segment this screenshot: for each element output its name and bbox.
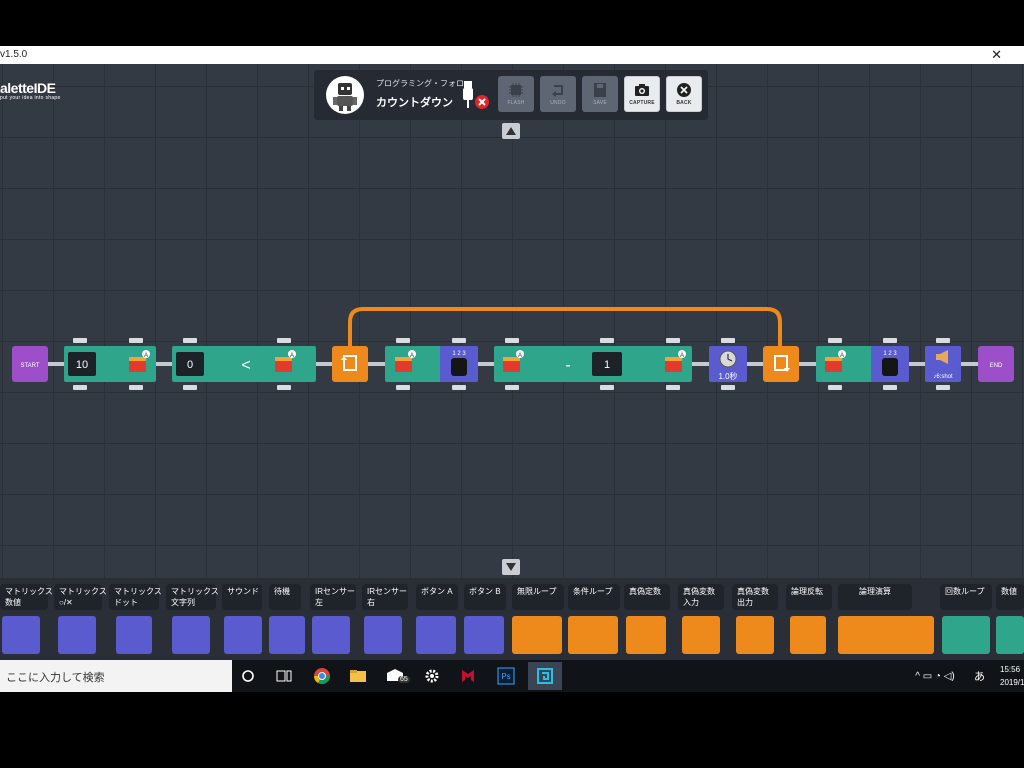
end-block[interactable]: END <box>978 346 1014 382</box>
svg-text:Ps: Ps <box>501 672 510 681</box>
wait-block[interactable]: 1.0秒 <box>709 346 747 382</box>
svg-text:START: START <box>20 363 39 369</box>
ime-indicator[interactable]: あ <box>974 668 985 684</box>
matrix-number-block-2[interactable]: 1 2 3 <box>871 346 909 382</box>
loop-arc <box>348 307 782 349</box>
infinity-icon <box>512 616 562 654</box>
speech-bubble-icon <box>172 616 210 654</box>
ir-sensor-left-icon <box>312 616 350 654</box>
taskbar-search-input[interactable]: ここに入力して検索 <box>0 660 232 692</box>
loop-end-block[interactable] <box>763 346 799 382</box>
button-a-icon <box>416 616 456 654</box>
system-tray-icons[interactable]: ^ ▭ ◔ ◁) <box>900 664 970 688</box>
svg-text:A: A <box>680 353 684 359</box>
start-block[interactable]: START <box>12 346 48 382</box>
number-block-10[interactable]: 10 <box>68 352 96 376</box>
logic-not-icon <box>790 616 826 654</box>
speaker-icon <box>224 616 262 654</box>
task-view-icon[interactable] <box>272 664 296 688</box>
sound-block[interactable]: ♪6:shot <box>925 346 961 382</box>
svg-text:A: A <box>144 353 148 359</box>
ir-sensor-right-icon <box>364 616 402 654</box>
matrix-ox-icon <box>58 616 96 654</box>
photoshop-icon[interactable]: Ps <box>494 664 518 688</box>
svg-text:1 2 3: 1 2 3 <box>452 351 466 357</box>
mail-icon[interactable]: 65 <box>384 664 410 688</box>
title-bar: v1.5.0 ✕ <box>0 46 1024 64</box>
program-flow: START END 10 0 < - 1 1 2 3 1 2 3 1.0秒 ♪6… <box>12 307 1014 390</box>
svg-text:1.0秒: 1.0秒 <box>718 371 737 381</box>
svg-text:♪6:shot: ♪6:shot <box>933 374 953 380</box>
program-canvas[interactable]: aletteIDE put your idea into shape プログラミ… <box>0 64 1024 578</box>
mail-badge: 65 <box>398 676 410 683</box>
chrome-icon[interactable] <box>310 664 334 688</box>
svg-text:END: END <box>990 363 1003 369</box>
svg-text:A: A <box>410 353 414 359</box>
svg-text:A: A <box>840 353 844 359</box>
clock-icon <box>269 616 305 654</box>
loop-icon <box>568 616 618 654</box>
matrix-dot-icon <box>116 616 152 654</box>
operator-minus[interactable]: - <box>565 357 570 374</box>
settings-gear-icon[interactable] <box>420 664 444 688</box>
svg-text:A: A <box>290 353 294 359</box>
svg-text:0: 0 <box>187 359 193 371</box>
logic-op-icon <box>838 616 934 654</box>
loop-start-block[interactable] <box>332 346 368 382</box>
block-palette: マトリックス 数値 マトリックス ○/✕ マトリックス ドット マトリックス 文字列 サ… <box>0 578 1024 660</box>
bool-var-in-icon <box>682 616 720 654</box>
palette-ide-app-icon[interactable] <box>528 662 562 690</box>
cortana-icon[interactable] <box>236 664 260 688</box>
screen: v1.5.0 ✕ aletteIDE put your idea into sh… <box>0 0 1024 768</box>
svg-text:10: 10 <box>76 359 88 371</box>
matrix-number-icon <box>2 616 40 654</box>
app-version: v1.5.0 <box>0 49 28 60</box>
svg-text:A: A <box>518 353 522 359</box>
window-close-button[interactable]: ✕ <box>991 47 1002 63</box>
file-explorer-icon[interactable] <box>346 664 370 688</box>
matrix-number-block[interactable]: 1 2 3 <box>440 346 478 382</box>
number-icon <box>996 616 1024 654</box>
count-loop-icon <box>942 616 990 654</box>
operator-less-than[interactable]: < <box>241 357 250 374</box>
number-block-0[interactable]: 0 <box>176 352 204 376</box>
windows-taskbar: ここに入力して検索 65 Ps ^ ▭ ◔ ◁) あ 15:56 2019/1 <box>0 660 1024 692</box>
svg-text:1: 1 <box>604 359 610 371</box>
button-b-icon <box>464 616 504 654</box>
number-block-1[interactable]: 1 <box>592 352 622 376</box>
svg-text:<: < <box>241 357 250 374</box>
mcafee-icon[interactable] <box>456 664 480 688</box>
true-false-icon <box>626 616 666 654</box>
svg-text:1 2 3: 1 2 3 <box>883 351 897 357</box>
bool-var-out-icon <box>736 616 774 654</box>
svg-text:-: - <box>565 357 570 374</box>
taskbar-clock[interactable]: 15:56 2019/12 <box>1000 663 1024 689</box>
